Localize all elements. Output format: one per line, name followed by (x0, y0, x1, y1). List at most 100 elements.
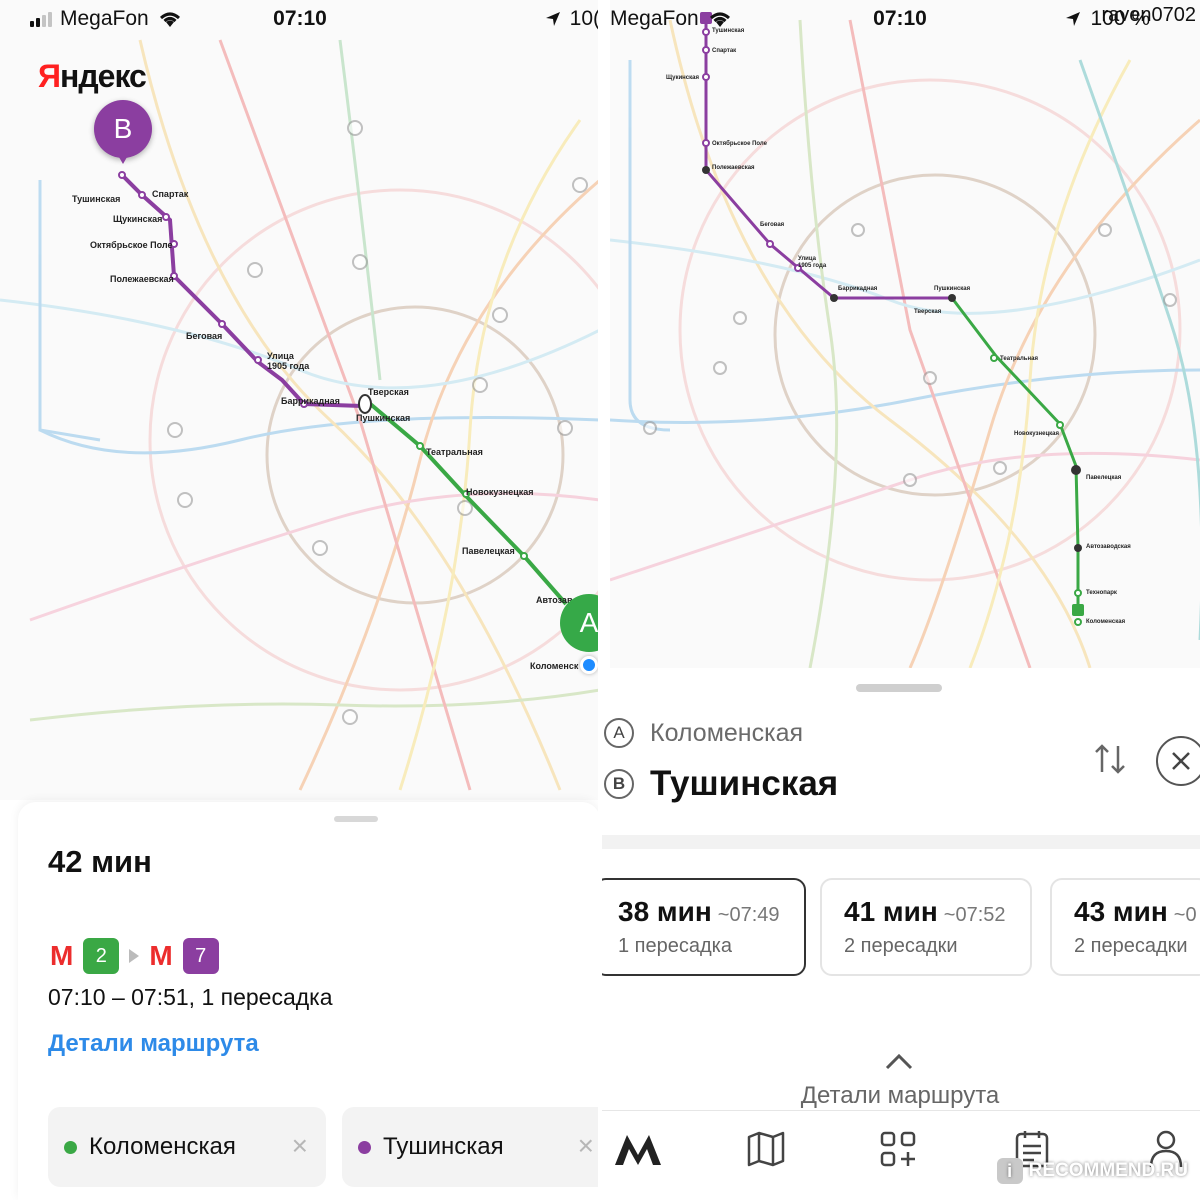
destination-pin-b[interactable]: B (94, 100, 152, 170)
tab-map[interactable] (736, 1127, 796, 1171)
right-screen: Тушинская Спартак Щукинская Октябрьское … (600, 0, 1200, 1200)
swap-icon[interactable] (1092, 742, 1128, 776)
chevron-up-icon[interactable] (884, 1048, 914, 1078)
route-transfers: 1 пересадка (618, 935, 732, 957)
route-option-card[interactable]: 38 мин ~07:49 1 пересадка (600, 878, 806, 976)
route-details-link[interactable]: Детали маршрута (48, 1030, 259, 1058)
chevron-right-icon (129, 949, 140, 963)
line-color-dot (358, 1140, 371, 1154)
map-label-shchukinskaya: Щукинская (113, 214, 162, 224)
metro-icon: М (50, 940, 74, 971)
tab-metro[interactable] (608, 1127, 668, 1171)
map-label-paveletskaya: Павелецкая (462, 546, 515, 556)
map-label-tekhnopark: Технопарк (1086, 590, 1117, 596)
line-badge-7: 7 (182, 938, 219, 974)
section-divider (600, 835, 1200, 849)
route-sheet[interactable]: 42 мин М 2 М 7 07:10 – 07:51, 1 пересадк… (18, 802, 600, 1200)
origin-pin-a[interactable]: A (560, 594, 600, 652)
map-label-ulitsa-1905-a: Улица (267, 351, 295, 361)
map-label-teatralnaya: Театральная (1000, 356, 1038, 362)
left-screen: Тушинская Спартак Щукинская Октябрьское … (0, 0, 600, 1200)
to-station-name: Тушинская (650, 764, 839, 803)
map-label-ulitsa-1905-a: Улица (798, 256, 817, 262)
route-option-card[interactable]: 43 мин ~0 2 пересадки (1050, 878, 1200, 976)
metro-icon: М (149, 940, 173, 971)
to-stop-row[interactable]: B Тушинская (604, 764, 838, 804)
route-duration: 41 мин (844, 896, 938, 927)
route-details-toggle[interactable]: Детали маршрута (600, 1082, 1200, 1110)
map-label-tushinskaya: Тушинская (72, 194, 120, 204)
battery-text: 10( (569, 7, 600, 30)
point-a-icon: A (604, 718, 634, 748)
bottom-tab-bar (600, 1110, 1200, 1200)
metro-map[interactable]: Тушинская Спартак Щукинская Октябрьское … (0, 0, 600, 800)
map-label-barrikadnaya: Баррикадная (838, 286, 878, 292)
route-eta: ~07:52 (943, 904, 1006, 926)
status-time: 07:10 (273, 7, 327, 30)
recommend-watermark: i RECOMMEND.RU (996, 1158, 1188, 1184)
to-station-chip[interactable]: Тушинская × (342, 1107, 600, 1187)
from-station-name: Коломенская (650, 718, 804, 747)
map-label-pushkinskaya: Пушкинская (934, 286, 971, 292)
location-arrow-icon (545, 12, 560, 26)
trip-times: 07:10 – 07:51, 1 пересадка (48, 984, 333, 1010)
map-label-novokuznetskaya: Новокузнецкая (1014, 431, 1060, 437)
map-label-begovaya: Беговая (760, 222, 785, 228)
map-label-oktyabrskoe-pole: Октябрьское Поле (90, 240, 173, 250)
map-label-tverskaya: Тверская (368, 387, 409, 397)
current-location-dot (580, 656, 598, 674)
map-label-shchukinskaya: Щукинская (666, 75, 699, 81)
screenshot-divider (598, 0, 602, 1200)
route-eta: ~0 (1173, 904, 1197, 926)
recommend-logo-icon: i (996, 1158, 1023, 1184)
grid-plus-icon (880, 1131, 916, 1167)
route-eta: ~07:49 (717, 904, 780, 926)
route-option-card[interactable]: 41 мин ~07:52 2 пересадки (820, 878, 1032, 976)
map-label-ulitsa-1905-b: 1905 года (267, 361, 310, 371)
from-stop-row[interactable]: A Коломенская (604, 718, 803, 748)
point-b-icon: B (604, 769, 634, 799)
from-station-chip[interactable]: Коломенская × (48, 1107, 326, 1187)
to-station-label: Тушинская (383, 1133, 504, 1160)
map-label-novokuznetskaya: Новокузнецкая (466, 487, 534, 497)
status-bar: MegaFon 07:10 10( (0, 0, 600, 38)
location-arrow-icon (1066, 12, 1081, 26)
line-badge-2: 2 (83, 938, 120, 974)
trip-duration: 42 мин (48, 844, 152, 879)
map-label-polezhaevskaya: Полежаевская (712, 165, 755, 171)
map-label-kolomenskaya: Коломенская (1086, 619, 1126, 625)
line-badges: М 2 М 7 (50, 938, 219, 974)
map-label-ulitsa-1905-b: 1905 года (798, 263, 827, 269)
map-label-spartak: Спартак (152, 189, 189, 199)
route-transfers: 2 пересадки (1074, 935, 1188, 957)
watermark-username: raven0702 (1101, 4, 1196, 26)
map-label-teatralnaya: Театральная (426, 447, 483, 457)
map-label-tverskaya: Тверская (914, 309, 942, 315)
tab-services[interactable] (868, 1127, 928, 1171)
clear-to-icon[interactable]: × (578, 1132, 594, 1160)
from-station-label: Коломенская (89, 1133, 236, 1160)
sheet-handle[interactable] (856, 684, 942, 692)
route-transfers: 2 пересадки (844, 935, 958, 957)
map-icon (747, 1131, 785, 1167)
metro-map[interactable]: Тушинская Спартак Щукинская Октябрьское … (610, 0, 1200, 668)
yandex-logo: Яндекс (38, 58, 147, 94)
map-label-polezhaevskaya: Полежаевская (110, 274, 174, 284)
route-duration: 43 мин (1074, 896, 1168, 927)
map-label-begovaya: Беговая (186, 331, 222, 341)
route-options-sheet[interactable]: A Коломенская B Тушинская 38 мин ~07:49 1… (600, 668, 1200, 1200)
close-icon[interactable] (1156, 736, 1200, 786)
clear-from-icon[interactable]: × (292, 1132, 308, 1160)
status-right: 10( (544, 7, 600, 31)
recommend-text: RECOMMEND.RU (1028, 1160, 1188, 1181)
map-label-barrikadnaya: Баррикадная (281, 396, 340, 406)
line-color-dot (64, 1140, 77, 1154)
map-label-avtozavodskaya: Автозаводская (1086, 544, 1131, 550)
map-label-oktyabrskoe-pole: Октябрьское Поле (712, 140, 768, 147)
map-label-kolomenskaya: Коломенск (530, 661, 579, 671)
map-label-paveletskaya: Павелецкая (1086, 475, 1122, 481)
route-duration: 38 мин (618, 896, 712, 927)
sheet-handle[interactable] (334, 816, 378, 822)
map-label-pushkinskaya: Пушкинская (356, 413, 410, 423)
metro-icon (615, 1135, 661, 1165)
